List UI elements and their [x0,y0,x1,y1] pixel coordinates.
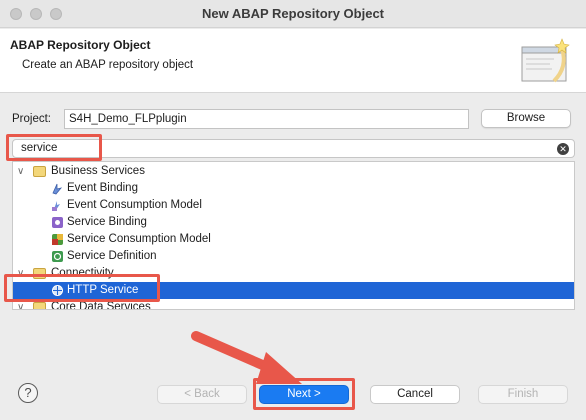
header-description: Create an ABAP repository object [22,59,194,71]
title-bar: New ABAP Repository Object [0,0,586,28]
event-binding-icon [52,183,63,195]
chevron-down-icon[interactable]: ∨ [17,163,24,180]
folder-icon [33,166,46,177]
folder-icon [33,302,46,309]
project-input[interactable]: S4H_Demo_FLPplugin [64,109,469,129]
event-consumption-model-icon [52,201,60,211]
service-consumption-model-icon [52,234,63,245]
tree-item-label: Service Consumption Model [67,233,211,245]
http-service-annotation-box [4,274,160,302]
tree-group-label: Business Services [51,165,145,177]
new-abap-repository-object-dialog: New ABAP Repository Object ABAP Reposito… [0,0,586,420]
help-button[interactable]: ? [18,383,38,403]
tree-item-service-definition[interactable]: Service Definition [13,248,574,265]
tree-item-label: Service Binding [67,216,147,228]
back-button[interactable]: < Back [157,385,247,404]
browse-button[interactable]: Browse [481,109,571,128]
service-binding-icon [52,217,63,228]
tree-item-label: Event Consumption Model [67,199,202,211]
next-annotation-box [253,378,355,410]
header-title: ABAP Repository Object [10,38,151,52]
wizard-banner-icon [521,38,570,83]
tree-item-event-consumption-model[interactable]: Event Consumption Model [13,197,574,214]
tree-group-business-services[interactable]: ∨ Business Services [13,163,574,180]
window-title: New ABAP Repository Object [201,6,385,21]
wizard-header: ABAP Repository Object Create an ABAP re… [0,29,586,93]
tree-item-label: Service Definition [67,250,157,262]
tree-item-service-consumption-model[interactable]: Service Consumption Model [13,231,574,248]
search-annotation-box [6,134,102,161]
tree-item-service-binding[interactable]: Service Binding [13,214,574,231]
finish-button[interactable]: Finish [478,385,568,404]
tree-item-label: Event Binding [67,182,138,194]
clear-search-icon[interactable]: ✕ [557,143,569,155]
tree-item-event-binding[interactable]: Event Binding [13,180,574,197]
service-definition-icon [52,251,63,262]
cancel-button[interactable]: Cancel [370,385,460,404]
project-label: Project: [12,113,51,125]
